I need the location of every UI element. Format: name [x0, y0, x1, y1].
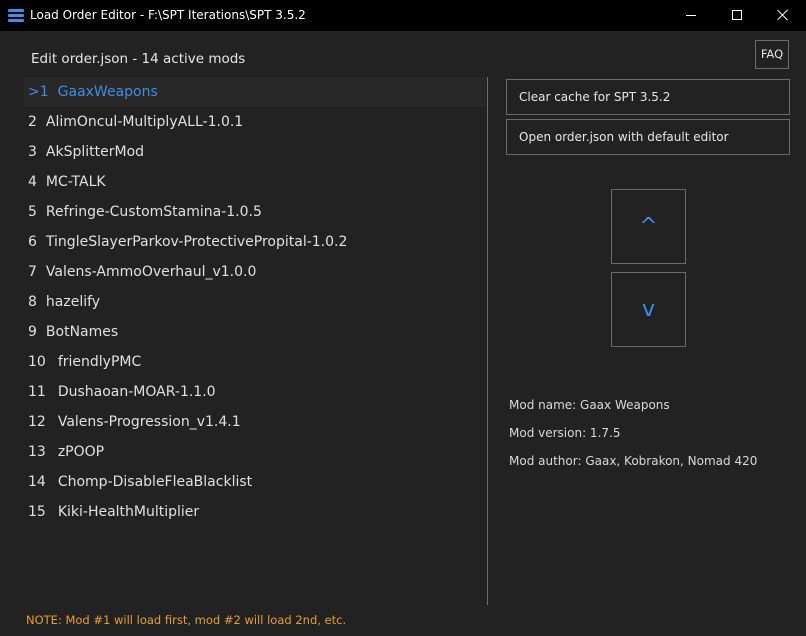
- mod-index: 9: [28, 324, 37, 340]
- mod-index: 13: [28, 444, 46, 460]
- mod-author-info: Mod author: Gaax, Kobrakon, Nomad 420: [509, 454, 758, 468]
- title-bar[interactable]: Load Order Editor - F:\SPT Iterations\SP…: [0, 0, 806, 31]
- mod-name: zPOOP: [57, 444, 105, 460]
- mod-list-item[interactable]: 8 hazelify: [24, 287, 486, 317]
- mod-list-item[interactable]: 5 Refringe-CustomStamina-1.0.5: [24, 197, 486, 227]
- hamburger-menu-icon[interactable]: [8, 9, 24, 22]
- mod-name: Dushaoan-MOAR-1.1.0: [57, 384, 216, 400]
- mod-list-item[interactable]: 13 zPOOP: [24, 437, 486, 467]
- mod-index: 12: [28, 414, 46, 430]
- mod-list-item[interactable]: 15 Kiki-HealthMultiplier: [24, 497, 486, 527]
- move-up-button[interactable]: ^: [611, 189, 686, 264]
- mod-name: friendlyPMC: [57, 354, 142, 370]
- mod-list-item[interactable]: 9 BotNames: [24, 317, 486, 347]
- mod-version-info: Mod version: 1.7.5: [509, 426, 621, 440]
- vertical-divider: [487, 77, 488, 605]
- mod-index: 14: [28, 474, 46, 490]
- move-down-button[interactable]: v: [611, 272, 686, 347]
- mod-index: 15: [28, 504, 46, 520]
- mod-list-item[interactable]: 11 Dushaoan-MOAR-1.1.0: [24, 377, 486, 407]
- mod-index: 4: [28, 174, 37, 190]
- mod-name: MC-TALK: [45, 174, 106, 190]
- mod-list-item[interactable]: 10 friendlyPMC: [24, 347, 486, 377]
- clear-cache-button[interactable]: Clear cache for SPT 3.5.2: [506, 79, 790, 115]
- mod-name: Refringe-CustomStamina-1.0.5: [45, 204, 262, 220]
- mod-name: Valens-AmmoOverhaul_v1.0.0: [45, 264, 257, 280]
- mod-name: TingleSlayerParkov-ProtectivePropital-1.…: [45, 234, 348, 250]
- close-button[interactable]: [760, 0, 806, 31]
- mod-index: 2: [28, 114, 37, 130]
- minimize-button[interactable]: [668, 0, 714, 31]
- mod-name: Chomp-DisableFleaBlacklist: [57, 474, 253, 490]
- mod-list-item[interactable]: 4 MC-TALK: [24, 167, 486, 197]
- close-icon: [777, 9, 789, 21]
- mod-name: AlimOncul-MultiplyALL-1.0.1: [45, 114, 244, 130]
- mod-name: BotNames: [45, 324, 119, 340]
- mod-index: >1: [28, 84, 49, 100]
- mod-list-item[interactable]: 2 AlimOncul-MultiplyALL-1.0.1: [24, 107, 486, 137]
- mod-index: 11: [28, 384, 46, 400]
- maximize-button[interactable]: [714, 0, 760, 31]
- mod-name-info: Mod name: Gaax Weapons: [509, 398, 670, 412]
- mod-list-item[interactable]: 7 Valens-AmmoOverhaul_v1.0.0: [24, 257, 486, 287]
- mod-list[interactable]: >1 GaaxWeapons 2 AlimOncul-MultiplyALL-1.0.…: [24, 77, 486, 527]
- mod-index: 10: [28, 354, 46, 370]
- window-title: Load Order Editor - F:\SPT Iterations\SP…: [30, 8, 306, 22]
- mod-name: Valens-Progression_v1.4.1: [57, 414, 241, 430]
- load-order-note: NOTE: Mod #1 will load first, mod #2 wil…: [26, 613, 347, 627]
- mod-name: AkSplitterMod: [45, 144, 145, 160]
- mod-index: 6: [28, 234, 37, 250]
- header-text: Edit order.json - 14 active mods: [31, 51, 246, 67]
- faq-button[interactable]: FAQ: [755, 40, 789, 69]
- mod-name: hazelify: [45, 294, 101, 310]
- mod-index: 7: [28, 264, 37, 280]
- minimize-icon: [686, 15, 696, 16]
- mod-list-item[interactable]: 14 Chomp-DisableFleaBlacklist: [24, 467, 486, 497]
- mod-list-item[interactable]: >1 GaaxWeapons: [24, 77, 486, 107]
- mod-list-item[interactable]: 12 Valens-Progression_v1.4.1: [24, 407, 486, 437]
- mod-index: 5: [28, 204, 37, 220]
- mod-index: 3: [28, 144, 37, 160]
- mod-index: 8: [28, 294, 37, 310]
- mod-list-item[interactable]: 3 AkSplitterMod: [24, 137, 486, 167]
- mod-name: Kiki-HealthMultiplier: [57, 504, 200, 520]
- mod-name: GaaxWeapons: [57, 84, 158, 100]
- maximize-icon: [732, 10, 742, 20]
- mod-list-item[interactable]: 6 TingleSlayerParkov-ProtectivePropital-1…: [24, 227, 486, 257]
- open-order-json-button[interactable]: Open order.json with default editor: [506, 119, 790, 155]
